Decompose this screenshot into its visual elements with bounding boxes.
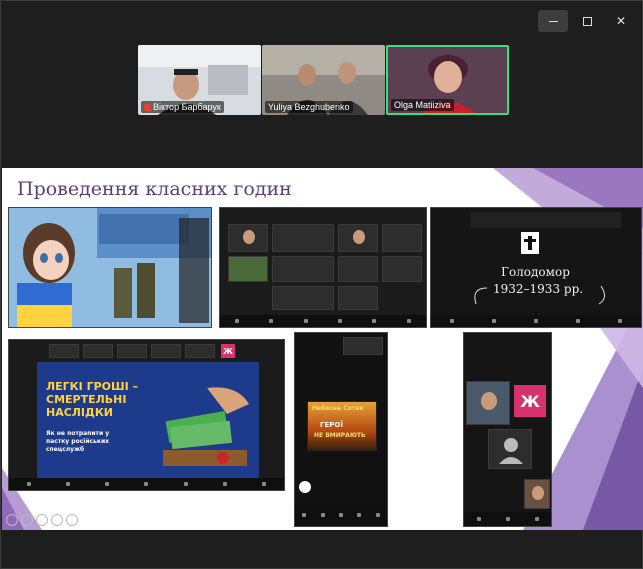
mini-video-tile bbox=[185, 344, 215, 358]
toolbar-icon bbox=[406, 319, 411, 323]
participant-tile[interactable]: Віктор Барбарук bbox=[138, 45, 261, 115]
poster-illustration bbox=[9, 208, 211, 327]
mini-video-tile bbox=[524, 479, 550, 509]
mini-video-tile bbox=[272, 256, 334, 282]
toolbar-icon bbox=[183, 482, 188, 486]
holodomor-years: 1932–1933 рр. bbox=[493, 282, 584, 296]
window-controls: ✕ bbox=[538, 10, 636, 32]
pen-icon bbox=[299, 481, 311, 493]
toolbar-icon bbox=[26, 482, 31, 486]
slides-grid-icon[interactable] bbox=[36, 514, 48, 526]
zoom-icon[interactable] bbox=[51, 514, 63, 526]
minimize-button[interactable] bbox=[538, 10, 568, 32]
toolbar-icon bbox=[303, 319, 308, 323]
maximize-button[interactable] bbox=[572, 10, 602, 32]
participant-strip: Віктор Барбарук Yuliya Bezghubenko Olga … bbox=[138, 45, 509, 115]
banner-subline: Як не потрапити у пастку російських спец… bbox=[46, 430, 110, 453]
toolbar-icon bbox=[105, 482, 110, 486]
holodomor-title: Голодомор bbox=[501, 265, 570, 279]
toolbar-icon bbox=[618, 319, 622, 323]
toolbar-icon bbox=[65, 482, 70, 486]
mini-video-tile bbox=[117, 344, 147, 358]
mini-video-tile bbox=[83, 344, 113, 358]
avatar bbox=[353, 230, 365, 244]
meeting-toolbar bbox=[431, 315, 641, 327]
toolbar-icon bbox=[144, 482, 149, 486]
mini-video-tile bbox=[272, 224, 334, 252]
participant-name-label: Yuliya Bezghubenko bbox=[265, 101, 353, 113]
participant-name-label: Віктор Барбарук bbox=[141, 101, 224, 113]
mini-video-tile bbox=[488, 429, 532, 469]
avatar bbox=[532, 486, 544, 500]
mini-video-tile bbox=[338, 256, 378, 282]
mini-video-tile bbox=[228, 256, 268, 282]
toolbar-icon bbox=[235, 319, 240, 323]
toolbar-icon bbox=[372, 319, 377, 323]
meeting-toolbar bbox=[9, 478, 284, 490]
phone-toolbar bbox=[295, 504, 387, 526]
screenshot-poster bbox=[8, 207, 212, 328]
toolbar-icon bbox=[576, 319, 580, 323]
avatar bbox=[243, 230, 255, 244]
toolbar-icon bbox=[223, 482, 228, 486]
close-icon: ✕ bbox=[615, 14, 627, 28]
screenshot-video-grid bbox=[219, 207, 427, 328]
heroes-line1: Небесна Сотня bbox=[312, 405, 364, 412]
toolbar-icon bbox=[492, 319, 496, 323]
slide-title: Проведення класних годин bbox=[17, 178, 292, 200]
avatar bbox=[481, 392, 497, 410]
minimize-icon bbox=[548, 20, 558, 22]
toolbar-icon bbox=[357, 513, 362, 517]
heroes-line3: НЕ ВМИРАЮТЬ bbox=[314, 432, 366, 439]
mini-video-tile bbox=[49, 344, 79, 358]
mini-video-tile bbox=[272, 286, 334, 310]
heroes-line2: ГЕРОЇ bbox=[320, 421, 343, 429]
meeting-toolbar bbox=[220, 315, 426, 327]
shared-slide: Проведення класних годин Голодомор 1932–… bbox=[2, 168, 643, 530]
phone-toolbar bbox=[464, 512, 551, 526]
participant-tile[interactable]: Yuliya Bezghubenko bbox=[262, 45, 385, 115]
screenshot-holodomor: Голодомор 1932–1933 рр. bbox=[430, 207, 642, 328]
user-placeholder-icon bbox=[499, 438, 523, 464]
toolbar-icon bbox=[338, 319, 343, 323]
toolbar-icon bbox=[302, 513, 307, 517]
mini-video-tile bbox=[151, 344, 181, 358]
toolbar-icon bbox=[269, 319, 274, 323]
maximize-icon bbox=[582, 16, 592, 26]
toolbar-icon bbox=[476, 517, 481, 521]
more-options-icon[interactable] bbox=[66, 514, 78, 526]
mini-video-tile bbox=[338, 286, 378, 310]
money-trap-icon bbox=[163, 387, 249, 466]
toolbar-icon bbox=[262, 482, 267, 486]
slide-tools bbox=[6, 514, 78, 526]
banner-headline: ЛЕГКІ ГРОШІ – СМЕРТЕЛЬНІ НАСЛІДКИ bbox=[46, 380, 139, 419]
screenshot-banner: Ж ЛЕГКІ ГРОШІ – СМЕРТЕЛЬНІ НАСЛІДКИ Як н… bbox=[8, 339, 285, 491]
close-button[interactable]: ✕ bbox=[606, 10, 636, 32]
toolbar-icon bbox=[375, 513, 380, 517]
mini-video-tile bbox=[228, 224, 268, 252]
toolbar-icon bbox=[450, 319, 454, 323]
meeting-window: ✕ Віктор Барбарук Yuliya Bezghubenko Olg… bbox=[0, 0, 643, 569]
mini-video-tile bbox=[466, 381, 510, 425]
participant-name-label: Olga Matiiziva bbox=[391, 99, 454, 111]
toolbar-icon bbox=[320, 513, 325, 517]
screenshot-phone-grid: Ж bbox=[463, 332, 552, 527]
mini-video-tile bbox=[338, 224, 378, 252]
mic-muted-icon bbox=[144, 103, 151, 111]
toolbar-icon bbox=[534, 517, 539, 521]
toolbar-icon bbox=[534, 319, 538, 323]
mini-video-tile bbox=[343, 337, 383, 355]
participant-initial-badge: Ж bbox=[514, 385, 546, 417]
screenshot-phone-heroes: Небесна Сотня ГЕРОЇ НЕ ВМИРАЮТЬ bbox=[294, 332, 388, 527]
heroes-poster: Небесна Сотня ГЕРОЇ НЕ ВМИРАЮТЬ bbox=[307, 401, 377, 451]
mini-video-tile bbox=[382, 224, 422, 252]
toolbar-icon bbox=[338, 513, 343, 517]
mini-video-tile bbox=[382, 256, 422, 282]
participant-tile-active[interactable]: Olga Matiiziva bbox=[386, 45, 509, 115]
prev-slide-icon[interactable] bbox=[6, 514, 18, 526]
toolbar-icon bbox=[505, 517, 510, 521]
pen-tool-icon[interactable] bbox=[21, 514, 33, 526]
warning-banner: ЛЕГКІ ГРОШІ – СМЕРТЕЛЬНІ НАСЛІДКИ Як не … bbox=[37, 362, 259, 484]
participant-initial-badge: Ж bbox=[221, 344, 235, 358]
